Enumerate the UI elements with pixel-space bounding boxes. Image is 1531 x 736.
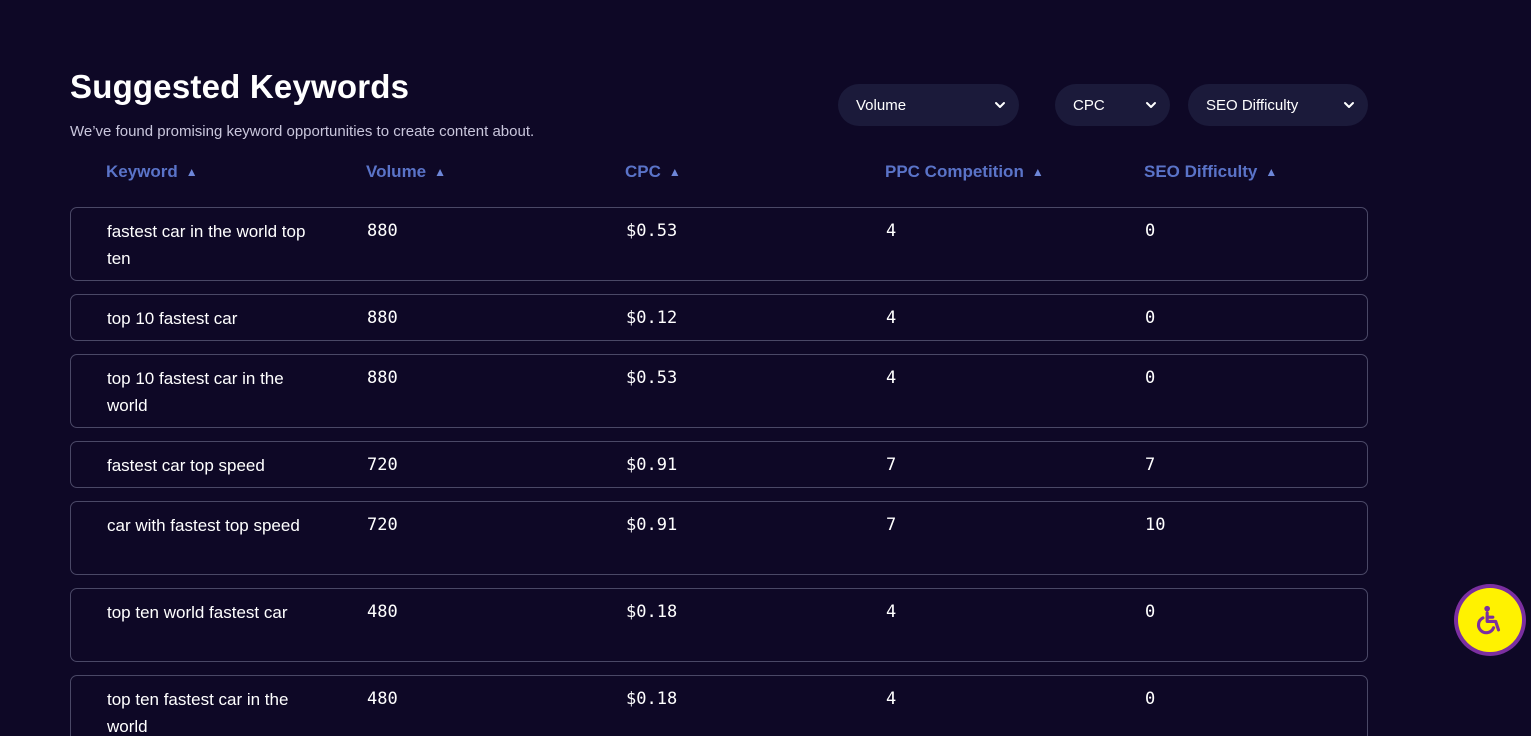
cpc-filter-dropdown[interactable]: CPC <box>1055 84 1170 126</box>
column-header-seo-difficulty[interactable]: SEO Difficulty ▲ <box>1144 162 1277 182</box>
sort-ascending-icon: ▲ <box>185 165 198 179</box>
ppc-competition-cell: 4 <box>886 689 897 709</box>
ppc-competition-cell: 4 <box>886 221 897 241</box>
table-row[interactable]: top 10 fastest car 880 $0.12 4 0 <box>70 294 1368 341</box>
table-row[interactable]: top ten fastest car in the world 480 $0.… <box>70 675 1368 736</box>
wheelchair-icon <box>1476 605 1501 635</box>
table-row[interactable]: fastest car top speed 720 $0.91 7 7 <box>70 441 1368 488</box>
volume-cell: 880 <box>367 221 398 241</box>
ppc-competition-cell: 4 <box>886 602 897 622</box>
column-header-ppc-competition[interactable]: PPC Competition ▲ <box>885 162 1044 182</box>
volume-cell: 720 <box>367 455 398 475</box>
ppc-competition-cell: 7 <box>886 515 897 535</box>
accessibility-button[interactable] <box>1454 584 1526 656</box>
seo-difficulty-cell: 7 <box>1145 455 1156 475</box>
keyword-cell: fastest car in the world top ten <box>107 222 306 268</box>
chevron-down-icon <box>1344 102 1354 108</box>
ppc-competition-cell: 4 <box>886 368 897 388</box>
column-header-keyword[interactable]: Keyword ▲ <box>106 162 198 182</box>
seo-difficulty-cell: 0 <box>1145 308 1156 328</box>
column-header-label: Volume <box>366 162 427 181</box>
seo-difficulty-cell: 0 <box>1145 689 1156 709</box>
keyword-cell: car with fastest top speed <box>107 516 300 535</box>
cpc-cell: $0.91 <box>626 515 678 535</box>
seo-difficulty-cell: 0 <box>1145 602 1156 622</box>
sort-ascending-icon: ▲ <box>1265 165 1278 179</box>
cpc-cell: $0.18 <box>626 689 678 709</box>
volume-cell: 480 <box>367 602 398 622</box>
column-header-label: Keyword <box>106 162 178 181</box>
volume-cell: 880 <box>367 368 398 388</box>
chevron-down-icon <box>995 102 1005 108</box>
filter-label: SEO Difficulty <box>1206 96 1299 114</box>
column-header-label: SEO Difficulty <box>1144 162 1258 181</box>
seo-difficulty-filter-dropdown[interactable]: SEO Difficulty <box>1188 84 1368 126</box>
column-header-volume[interactable]: Volume ▲ <box>366 162 446 182</box>
cpc-cell: $0.91 <box>626 455 678 475</box>
table-row[interactable]: top 10 fastest car in the world 880 $0.5… <box>70 354 1368 428</box>
filter-label: Volume <box>856 96 907 114</box>
volume-cell: 720 <box>367 515 398 535</box>
volume-cell: 480 <box>367 689 398 709</box>
chevron-down-icon <box>1146 102 1156 108</box>
page-subtitle: We’ve found promising keyword opportunit… <box>70 123 535 140</box>
volume-filter-dropdown[interactable]: Volume <box>838 84 1019 126</box>
seo-difficulty-cell: 0 <box>1145 221 1156 241</box>
column-header-label: PPC Competition <box>885 162 1024 181</box>
keyword-cell: top ten world fastest car <box>107 603 288 622</box>
seo-difficulty-cell: 0 <box>1145 368 1156 388</box>
cpc-cell: $0.53 <box>626 221 678 241</box>
keyword-cell: fastest car top speed <box>107 456 265 475</box>
cpc-cell: $0.12 <box>626 308 678 328</box>
keyword-table-body: fastest car in the world top ten 880 $0.… <box>70 207 1368 736</box>
cpc-cell: $0.53 <box>626 368 678 388</box>
column-header-cpc[interactable]: CPC ▲ <box>625 162 681 182</box>
sort-ascending-icon: ▲ <box>668 165 681 179</box>
page-title: Suggested Keywords <box>70 68 410 105</box>
ppc-competition-cell: 7 <box>886 455 897 475</box>
volume-cell: 880 <box>367 308 398 328</box>
page: Suggested Keywords We’ve found promising… <box>0 0 1531 736</box>
accessibility-button-inner <box>1458 588 1522 652</box>
column-header-label: CPC <box>625 162 661 181</box>
keyword-cell: top 10 fastest car in the world <box>107 369 284 415</box>
keyword-cell: top ten fastest car in the world <box>107 690 289 736</box>
table-row[interactable]: car with fastest top speed 720 $0.91 7 1… <box>70 501 1368 575</box>
keyword-cell: top 10 fastest car <box>107 309 238 328</box>
filter-label: CPC <box>1073 96 1105 114</box>
table-header: Keyword ▲ Volume ▲ CPC ▲ PPC Competition… <box>70 162 1368 190</box>
sort-ascending-icon: ▲ <box>434 165 447 179</box>
sort-ascending-icon: ▲ <box>1031 165 1044 179</box>
cpc-cell: $0.18 <box>626 602 678 622</box>
table-row[interactable]: top ten world fastest car 480 $0.18 4 0 <box>70 588 1368 662</box>
ppc-competition-cell: 4 <box>886 308 897 328</box>
seo-difficulty-cell: 10 <box>1145 515 1166 535</box>
table-row[interactable]: fastest car in the world top ten 880 $0.… <box>70 207 1368 281</box>
